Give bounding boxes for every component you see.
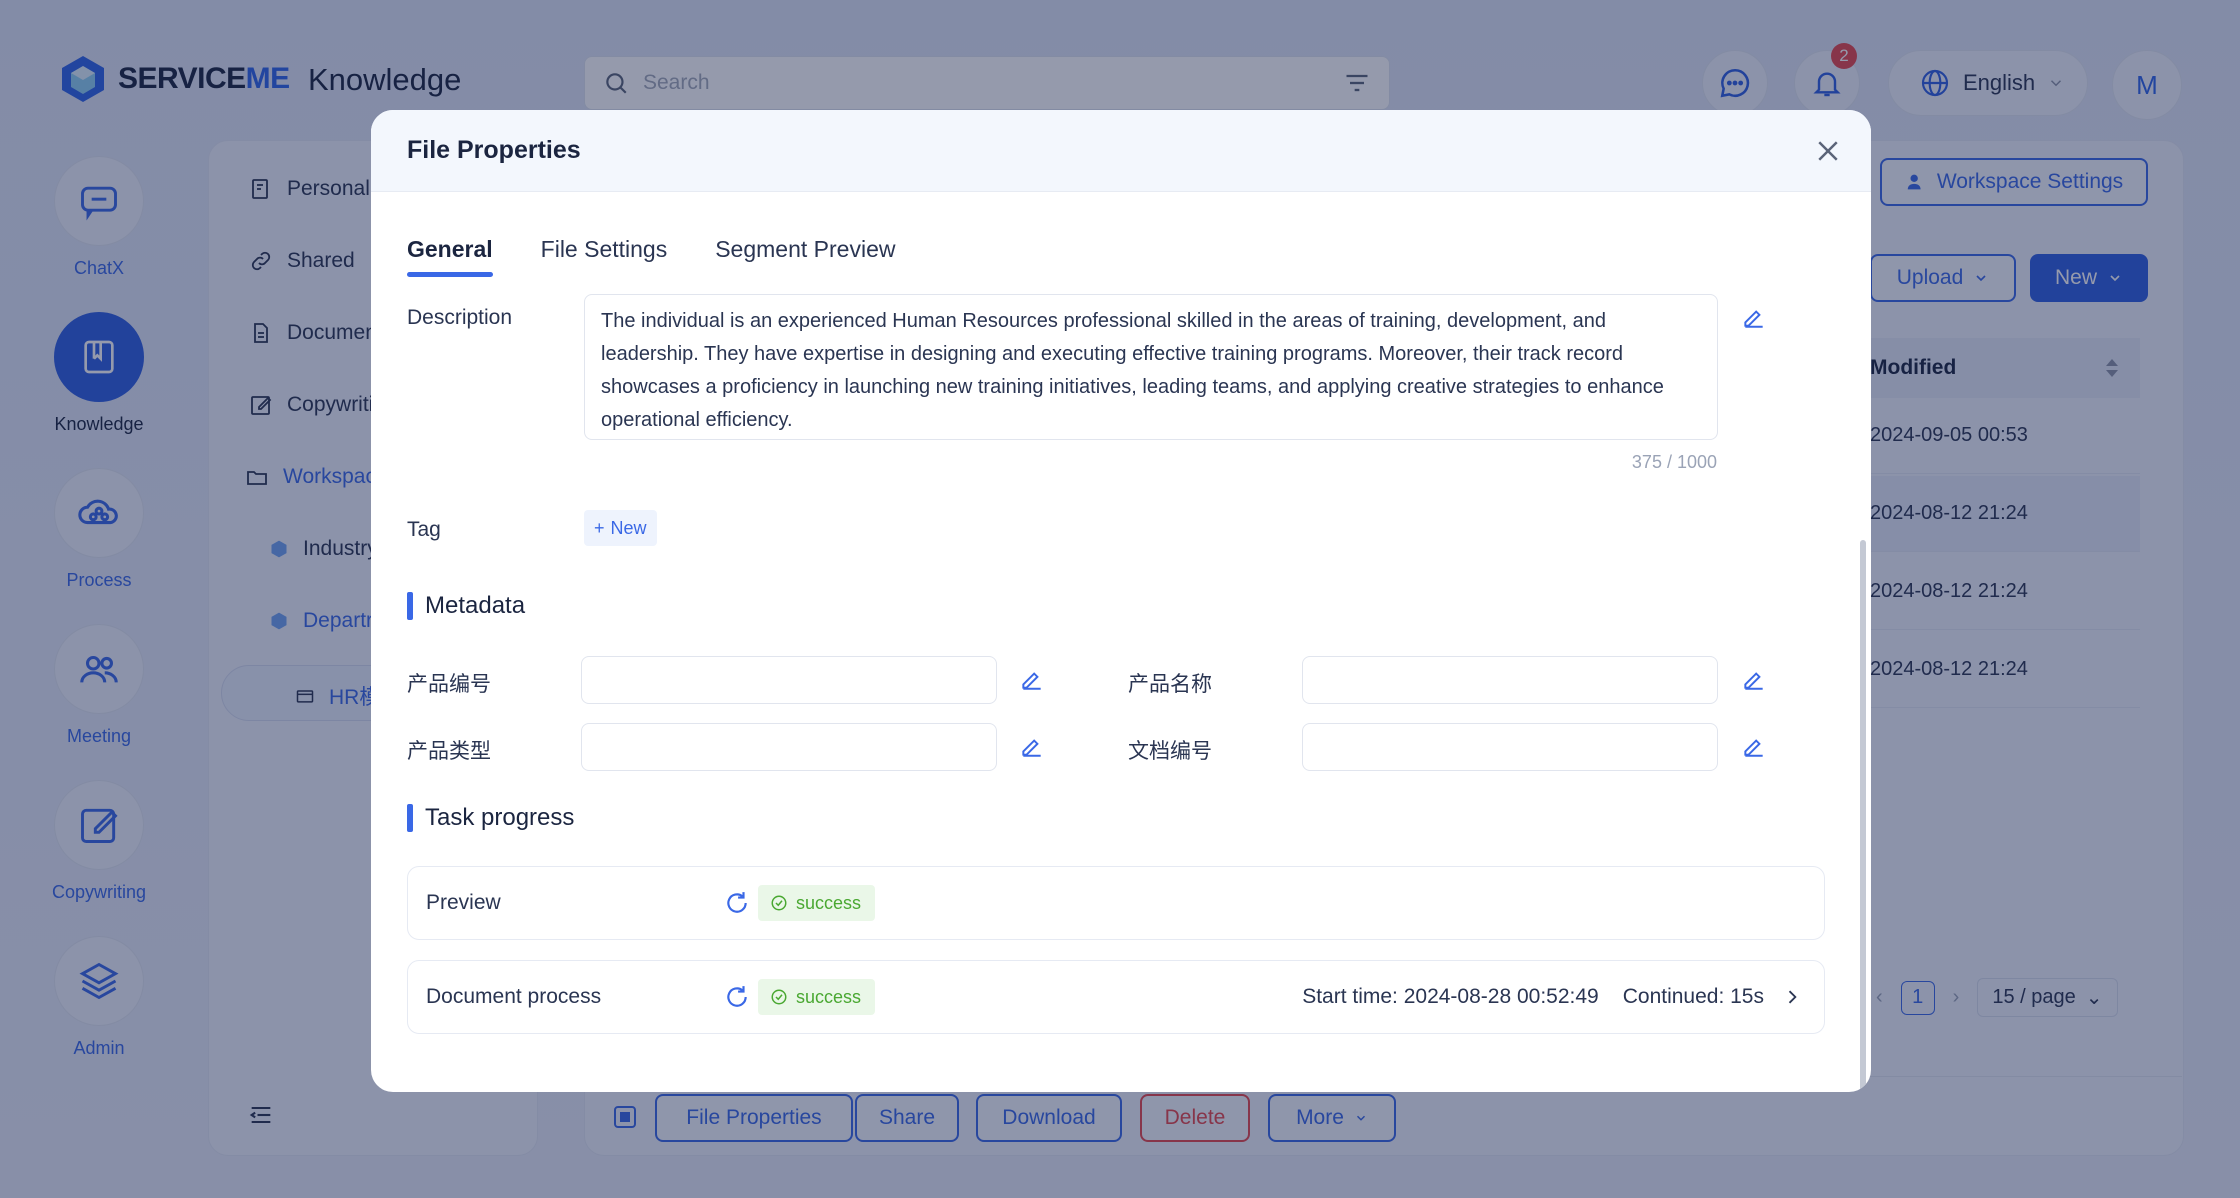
tab-segment-preview[interactable]: Segment Preview xyxy=(715,236,895,277)
task-progress-heading: Task progress xyxy=(407,804,574,832)
edit-icon[interactable] xyxy=(1019,666,1045,692)
task-card-document-process[interactable]: Document process success Start time: 202… xyxy=(407,960,1825,1034)
metadata-field-document-number[interactable] xyxy=(1302,723,1718,771)
edit-icon[interactable] xyxy=(1019,733,1045,759)
plus-icon: + xyxy=(594,517,605,538)
close-icon[interactable] xyxy=(1813,136,1843,166)
description-counter: 375 / 1000 xyxy=(1631,452,1717,472)
task-start-time: Start time: 2024-08-28 00:52:49 xyxy=(1302,985,1599,1008)
metadata-label: 产品类型 xyxy=(407,740,491,763)
edit-description-icon[interactable] xyxy=(1741,304,1767,330)
metadata-heading: Metadata xyxy=(407,592,525,620)
metadata-label: 产品名称 xyxy=(1128,673,1212,696)
status-badge: success xyxy=(758,979,876,1015)
refresh-icon[interactable] xyxy=(724,984,750,1010)
task-card-preview: Preview success xyxy=(407,866,1825,940)
edit-icon[interactable] xyxy=(1741,666,1767,692)
metadata-field-product-name[interactable] xyxy=(1302,656,1718,704)
file-properties-dialog: File Properties General File Settings Se… xyxy=(371,110,1871,1092)
tab-file-settings[interactable]: File Settings xyxy=(541,236,668,277)
add-tag-label: New xyxy=(610,517,647,538)
metadata-field-product-number[interactable] xyxy=(581,656,997,704)
chevron-right-icon[interactable] xyxy=(1782,987,1802,1007)
task-meta: Start time: 2024-08-28 00:52:49 Continue… xyxy=(1302,985,1764,1009)
dialog-tabs: General File Settings Segment Preview xyxy=(407,236,895,277)
dialog-header: File Properties xyxy=(371,110,1871,192)
status-badge: success xyxy=(758,885,876,921)
dialog-scrollbar[interactable] xyxy=(1860,540,1866,1092)
status-text: success xyxy=(796,892,862,913)
tag-label: Tag xyxy=(407,518,441,541)
task-name: Preview xyxy=(426,891,501,914)
add-tag-button[interactable]: + New xyxy=(584,510,657,546)
edit-icon[interactable] xyxy=(1741,733,1767,759)
metadata-label: 产品编号 xyxy=(407,673,491,696)
description-field[interactable]: The individual is an experienced Human R… xyxy=(584,294,1718,440)
metadata-label: 文档编号 xyxy=(1128,740,1212,763)
task-name: Document process xyxy=(426,985,602,1008)
task-duration: Continued: 15s xyxy=(1622,985,1764,1008)
status-text: success xyxy=(796,986,862,1007)
check-circle-icon xyxy=(771,989,787,1005)
check-circle-icon xyxy=(771,895,787,911)
refresh-icon[interactable] xyxy=(724,890,750,916)
tab-general[interactable]: General xyxy=(407,236,493,277)
description-label: Description xyxy=(407,306,513,329)
metadata-field-product-type[interactable] xyxy=(581,723,997,771)
dialog-title: File Properties xyxy=(407,136,581,164)
